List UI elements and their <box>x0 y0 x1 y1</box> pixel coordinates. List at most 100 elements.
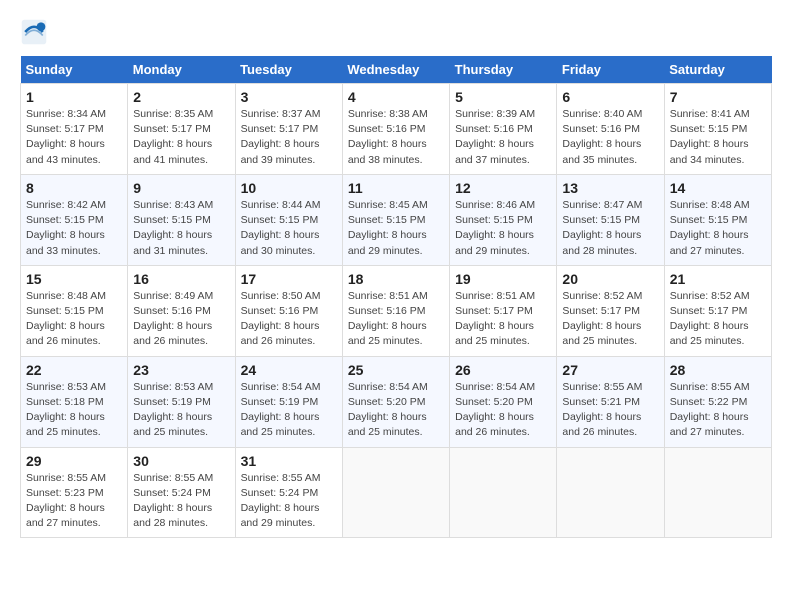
day-detail: Sunrise: 8:50 AMSunset: 5:16 PMDaylight:… <box>241 289 337 350</box>
day-cell: 28 Sunrise: 8:55 AMSunset: 5:22 PMDayligh… <box>664 356 771 447</box>
week-row-3: 15 Sunrise: 8:48 AMSunset: 5:15 PMDayligh… <box>21 265 772 356</box>
day-number: 19 <box>455 271 551 287</box>
day-number: 5 <box>455 89 551 105</box>
day-detail: Sunrise: 8:35 AMSunset: 5:17 PMDaylight:… <box>133 107 229 168</box>
day-cell: 7Sunrise: 8:41 AMSunset: 5:15 PMDaylight… <box>664 84 771 175</box>
day-cell <box>664 447 771 538</box>
day-cell: 2 Sunrise: 8:35 AMSunset: 5:17 PMDaylight… <box>128 84 235 175</box>
day-cell: 4 Sunrise: 8:38 AMSunset: 5:16 PMDaylight… <box>342 84 449 175</box>
day-number: 1 <box>26 89 122 105</box>
day-cell <box>557 447 664 538</box>
day-detail: Sunrise: 8:54 AMSunset: 5:20 PMDaylight:… <box>455 380 551 441</box>
day-number: 12 <box>455 180 551 196</box>
day-detail: Sunrise: 8:55 AMSunset: 5:24 PMDaylight:… <box>133 471 229 532</box>
week-row-2: 8 Sunrise: 8:42 AMSunset: 5:15 PMDaylight… <box>21 174 772 265</box>
day-cell <box>342 447 449 538</box>
day-detail: Sunrise: 8:47 AMSunset: 5:15 PMDaylight:… <box>562 198 658 259</box>
day-cell: 31 Sunrise: 8:55 AMSunset: 5:24 PMDayligh… <box>235 447 342 538</box>
day-detail: Sunrise: 8:41 AMSunset: 5:15 PMDaylight:… <box>670 107 766 168</box>
day-detail: Sunrise: 8:51 AMSunset: 5:17 PMDaylight:… <box>455 289 551 350</box>
column-headers-row: SundayMondayTuesdayWednesdayThursdayFrid… <box>21 56 772 84</box>
day-number: 29 <box>26 453 122 469</box>
day-number: 11 <box>348 180 444 196</box>
day-number: 31 <box>241 453 337 469</box>
day-cell: 21 Sunrise: 8:52 AMSunset: 5:17 PMDayligh… <box>664 265 771 356</box>
day-number: 14 <box>670 180 766 196</box>
day-cell: 19 Sunrise: 8:51 AMSunset: 5:17 PMDayligh… <box>450 265 557 356</box>
day-number: 2 <box>133 89 229 105</box>
day-cell: 22 Sunrise: 8:53 AMSunset: 5:18 PMDayligh… <box>21 356 128 447</box>
day-detail: Sunrise: 8:54 AMSunset: 5:19 PMDaylight:… <box>241 380 337 441</box>
day-detail: Sunrise: 8:51 AMSunset: 5:16 PMDaylight:… <box>348 289 444 350</box>
day-cell: 1 Sunrise: 8:34 AMSunset: 5:17 PMDaylight… <box>21 84 128 175</box>
day-cell: 24 Sunrise: 8:54 AMSunset: 5:19 PMDayligh… <box>235 356 342 447</box>
day-number: 6 <box>562 89 658 105</box>
day-cell: 30 Sunrise: 8:55 AMSunset: 5:24 PMDayligh… <box>128 447 235 538</box>
day-cell: 11 Sunrise: 8:45 AMSunset: 5:15 PMDayligh… <box>342 174 449 265</box>
day-detail: Sunrise: 8:55 AMSunset: 5:23 PMDaylight:… <box>26 471 122 532</box>
day-detail: Sunrise: 8:55 AMSunset: 5:24 PMDaylight:… <box>241 471 337 532</box>
day-number: 17 <box>241 271 337 287</box>
day-detail: Sunrise: 8:44 AMSunset: 5:15 PMDaylight:… <box>241 198 337 259</box>
day-detail: Sunrise: 8:49 AMSunset: 5:16 PMDaylight:… <box>133 289 229 350</box>
day-number: 20 <box>562 271 658 287</box>
day-cell: 27 Sunrise: 8:55 AMSunset: 5:21 PMDayligh… <box>557 356 664 447</box>
week-row-1: 1 Sunrise: 8:34 AMSunset: 5:17 PMDaylight… <box>21 84 772 175</box>
day-number: 30 <box>133 453 229 469</box>
day-detail: Sunrise: 8:37 AMSunset: 5:17 PMDaylight:… <box>241 107 337 168</box>
day-detail: Sunrise: 8:52 AMSunset: 5:17 PMDaylight:… <box>562 289 658 350</box>
day-cell: 20 Sunrise: 8:52 AMSunset: 5:17 PMDayligh… <box>557 265 664 356</box>
day-detail: Sunrise: 8:42 AMSunset: 5:15 PMDaylight:… <box>26 198 122 259</box>
day-cell: 13 Sunrise: 8:47 AMSunset: 5:15 PMDayligh… <box>557 174 664 265</box>
day-cell: 5Sunrise: 8:39 AMSunset: 5:16 PMDaylight… <box>450 84 557 175</box>
column-header-monday: Monday <box>128 56 235 84</box>
day-detail: Sunrise: 8:52 AMSunset: 5:17 PMDaylight:… <box>670 289 766 350</box>
day-number: 24 <box>241 362 337 378</box>
day-cell: 9Sunrise: 8:43 AMSunset: 5:15 PMDaylight… <box>128 174 235 265</box>
day-number: 25 <box>348 362 444 378</box>
day-cell: 10Sunrise: 8:44 AMSunset: 5:15 PMDayligh… <box>235 174 342 265</box>
day-cell: 29 Sunrise: 8:55 AMSunset: 5:23 PMDayligh… <box>21 447 128 538</box>
day-number: 28 <box>670 362 766 378</box>
day-number: 21 <box>670 271 766 287</box>
day-number: 8 <box>26 180 122 196</box>
day-detail: Sunrise: 8:55 AMSunset: 5:21 PMDaylight:… <box>562 380 658 441</box>
day-cell: 15 Sunrise: 8:48 AMSunset: 5:15 PMDayligh… <box>21 265 128 356</box>
column-header-wednesday: Wednesday <box>342 56 449 84</box>
day-cell: 8 Sunrise: 8:42 AMSunset: 5:15 PMDaylight… <box>21 174 128 265</box>
day-detail: Sunrise: 8:55 AMSunset: 5:22 PMDaylight:… <box>670 380 766 441</box>
day-detail: Sunrise: 8:45 AMSunset: 5:15 PMDaylight:… <box>348 198 444 259</box>
day-cell: 23 Sunrise: 8:53 AMSunset: 5:19 PMDayligh… <box>128 356 235 447</box>
day-number: 27 <box>562 362 658 378</box>
day-number: 22 <box>26 362 122 378</box>
day-number: 15 <box>26 271 122 287</box>
day-cell: 6 Sunrise: 8:40 AMSunset: 5:16 PMDaylight… <box>557 84 664 175</box>
logo <box>20 18 52 46</box>
day-cell: 16 Sunrise: 8:49 AMSunset: 5:16 PMDayligh… <box>128 265 235 356</box>
day-detail: Sunrise: 8:40 AMSunset: 5:16 PMDaylight:… <box>562 107 658 168</box>
calendar-table: SundayMondayTuesdayWednesdayThursdayFrid… <box>20 56 772 538</box>
day-number: 26 <box>455 362 551 378</box>
column-header-tuesday: Tuesday <box>235 56 342 84</box>
day-number: 3 <box>241 89 337 105</box>
day-detail: Sunrise: 8:48 AMSunset: 5:15 PMDaylight:… <box>26 289 122 350</box>
column-header-thursday: Thursday <box>450 56 557 84</box>
day-cell: 12Sunrise: 8:46 AMSunset: 5:15 PMDayligh… <box>450 174 557 265</box>
calendar-body: 1 Sunrise: 8:34 AMSunset: 5:17 PMDaylight… <box>21 84 772 538</box>
day-number: 23 <box>133 362 229 378</box>
day-number: 16 <box>133 271 229 287</box>
day-detail: Sunrise: 8:38 AMSunset: 5:16 PMDaylight:… <box>348 107 444 168</box>
day-detail: Sunrise: 8:53 AMSunset: 5:18 PMDaylight:… <box>26 380 122 441</box>
day-detail: Sunrise: 8:34 AMSunset: 5:17 PMDaylight:… <box>26 107 122 168</box>
week-row-5: 29 Sunrise: 8:55 AMSunset: 5:23 PMDayligh… <box>21 447 772 538</box>
day-cell: 25Sunrise: 8:54 AMSunset: 5:20 PMDayligh… <box>342 356 449 447</box>
day-cell: 17 Sunrise: 8:50 AMSunset: 5:16 PMDayligh… <box>235 265 342 356</box>
column-header-sunday: Sunday <box>21 56 128 84</box>
day-number: 13 <box>562 180 658 196</box>
day-number: 4 <box>348 89 444 105</box>
day-number: 18 <box>348 271 444 287</box>
day-detail: Sunrise: 8:53 AMSunset: 5:19 PMDaylight:… <box>133 380 229 441</box>
day-cell <box>450 447 557 538</box>
page-container: SundayMondayTuesdayWednesdayThursdayFrid… <box>0 0 792 550</box>
day-cell: 3 Sunrise: 8:37 AMSunset: 5:17 PMDaylight… <box>235 84 342 175</box>
